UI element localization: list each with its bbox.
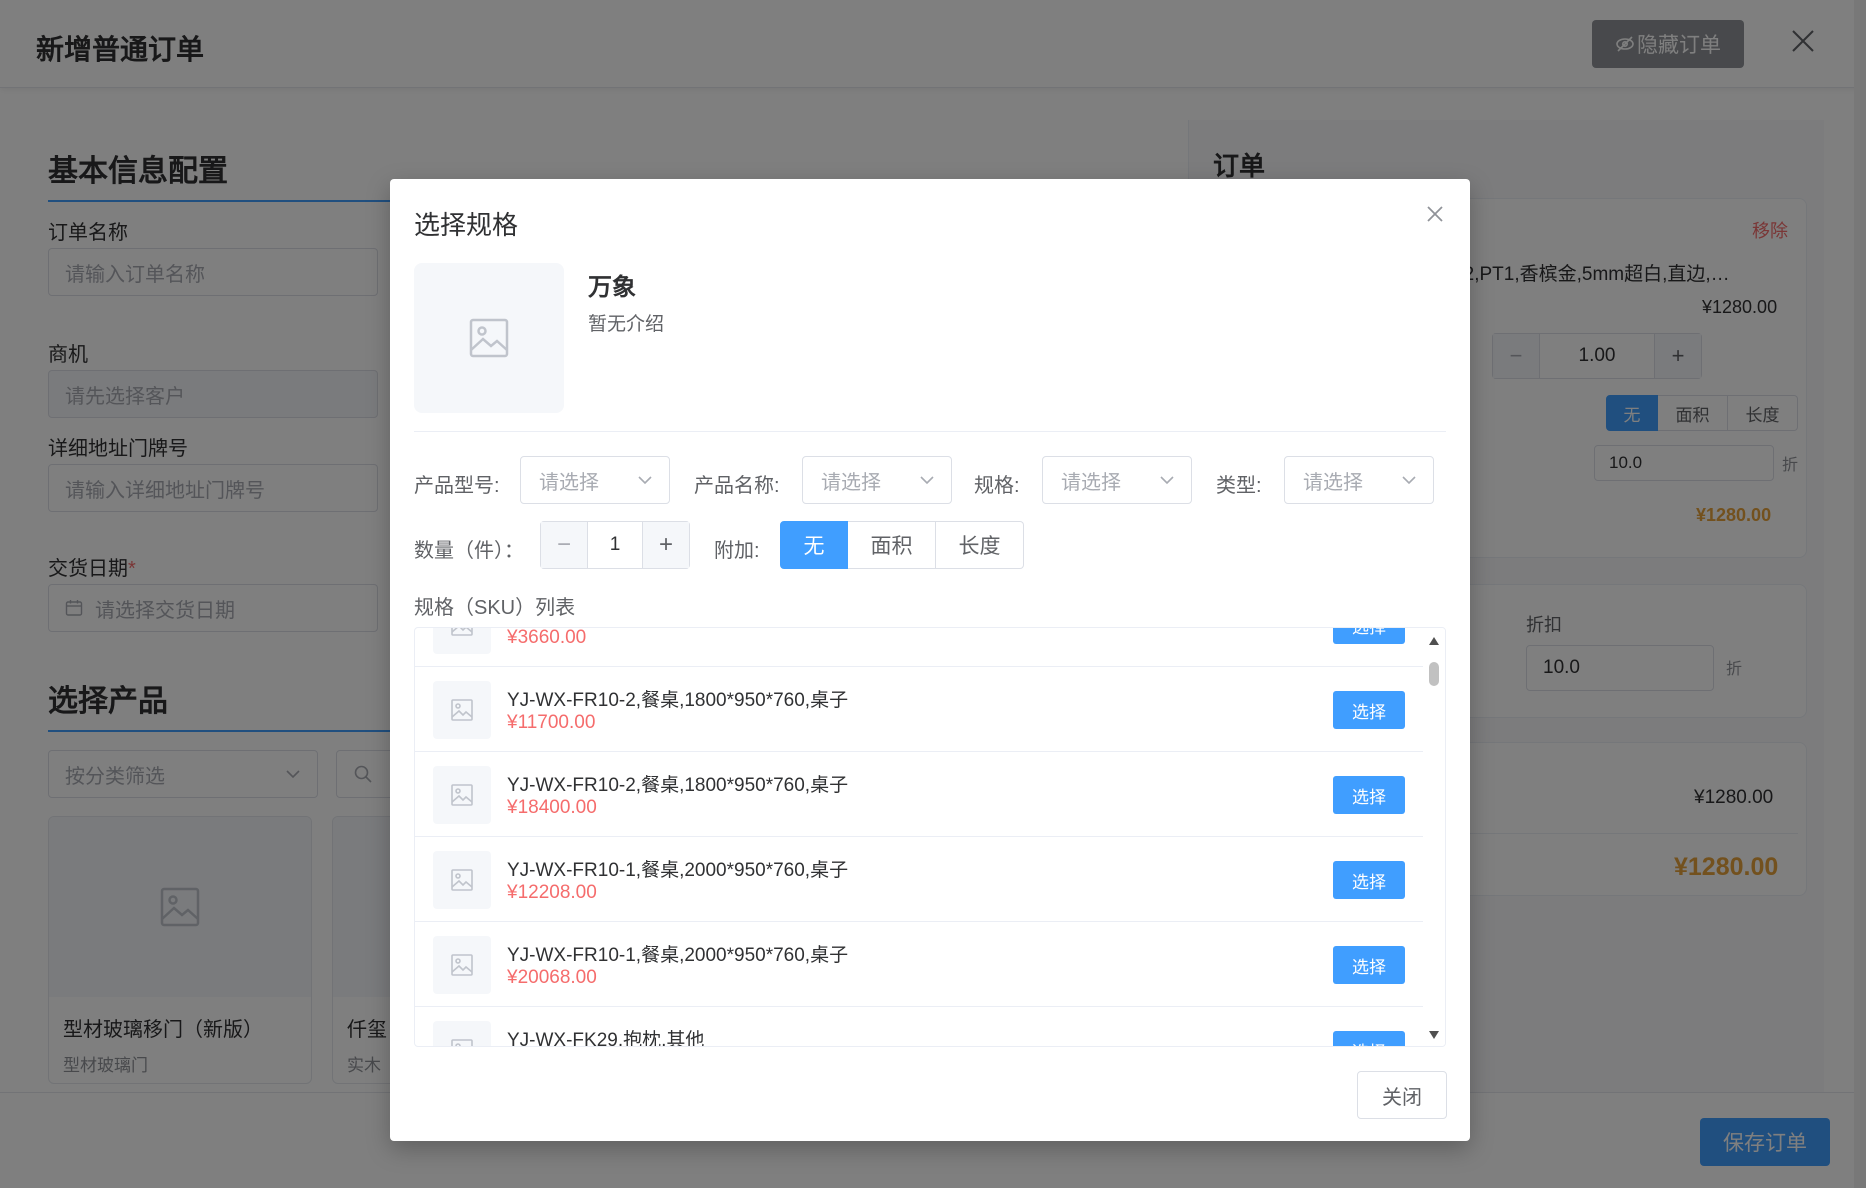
attach-option-length[interactable]: 长度 bbox=[936, 521, 1024, 569]
scroll-up-icon[interactable] bbox=[1428, 636, 1440, 646]
sku-select-button[interactable]: 选择 bbox=[1333, 1031, 1405, 1046]
type-filter-label: 类型: bbox=[1216, 475, 1262, 497]
close-dialog-button[interactable]: 关闭 bbox=[1357, 1071, 1447, 1119]
spec-filter-select[interactable]: 请选择 bbox=[1042, 456, 1192, 504]
scrollbar-thumb[interactable] bbox=[1429, 662, 1439, 686]
sku-name: YJ-WX-FR10-1,餐桌,2000*950*760,桌子 bbox=[507, 945, 849, 966]
sku-price: ¥18400.00 bbox=[507, 797, 597, 818]
name-filter-label: 产品名称: bbox=[694, 475, 780, 497]
chevron-down-icon bbox=[1160, 476, 1174, 485]
attach-option-area[interactable]: 面积 bbox=[848, 521, 936, 569]
image-placeholder-icon bbox=[469, 318, 509, 358]
name-filter-placeholder: 请选择 bbox=[821, 471, 881, 494]
attach-radio-group: 无 面积 长度 bbox=[780, 521, 1024, 569]
image-placeholder-icon bbox=[451, 1039, 473, 1046]
sku-thumbnail bbox=[433, 1021, 491, 1046]
attach-option-none[interactable]: 无 bbox=[780, 521, 848, 569]
dialog-divider bbox=[414, 431, 1446, 432]
quantity-minus-button[interactable]: − bbox=[541, 522, 587, 568]
product-description: 暂无介绍 bbox=[588, 314, 665, 335]
sku-name: YJ-WX-FR10-2,餐桌,1800*950*760,桌子 bbox=[507, 690, 849, 711]
sku-select-button[interactable]: 选择 bbox=[1333, 776, 1405, 814]
sku-select-button[interactable]: 选择 bbox=[1333, 628, 1405, 644]
sku-thumbnail bbox=[433, 766, 491, 824]
sku-select-button[interactable]: 选择 bbox=[1333, 691, 1405, 729]
sku-thumbnail bbox=[433, 628, 491, 654]
sku-name: YJ-WX-FK29,抱枕,其他 bbox=[507, 1030, 705, 1047]
sku-list-title: 规格（SKU）列表 bbox=[414, 597, 576, 619]
sku-thumbnail bbox=[433, 936, 491, 994]
sku-row: YJ-WX-FR10-2,餐桌,1800*950*760,桌子 ¥11700.0… bbox=[415, 667, 1423, 752]
sku-name: YJ-WX-FR10-2,餐桌,1800*950*760,桌子 bbox=[507, 775, 849, 796]
quantity-plus-button[interactable]: + bbox=[643, 522, 689, 568]
spec-filter-label: 规格: bbox=[974, 475, 1020, 497]
sku-name: YJ-WX-FR10-1,餐桌,2000*950*760,桌子 bbox=[507, 860, 849, 881]
chevron-down-icon bbox=[920, 476, 934, 485]
model-filter-label: 产品型号: bbox=[414, 475, 500, 497]
sku-list[interactable]: ¥3660.00 选择 YJ-WX-FR10-2,餐桌,1800*950*760… bbox=[414, 627, 1446, 1047]
type-filter-select[interactable]: 请选择 bbox=[1284, 456, 1434, 504]
sku-list-scrollbar[interactable] bbox=[1423, 628, 1445, 1046]
image-placeholder-icon bbox=[451, 869, 473, 891]
quantity-label: 数量（件）： bbox=[414, 540, 524, 562]
name-filter-select[interactable]: 请选择 bbox=[802, 456, 952, 504]
product-image bbox=[414, 263, 564, 413]
sku-price: ¥3660.00 bbox=[507, 627, 587, 648]
type-filter-placeholder: 请选择 bbox=[1303, 471, 1363, 494]
chevron-down-icon bbox=[638, 476, 652, 485]
sku-row: YJ-WX-FR10-1,餐桌,2000*950*760,桌子 ¥12208.0… bbox=[415, 837, 1423, 922]
model-filter-select[interactable]: 请选择 bbox=[520, 456, 670, 504]
image-placeholder-icon bbox=[451, 954, 473, 976]
product-name: 万象 bbox=[588, 274, 636, 301]
sku-price: ¥20068.00 bbox=[507, 967, 597, 988]
image-placeholder-icon bbox=[451, 699, 473, 721]
image-placeholder-icon bbox=[451, 628, 473, 636]
quantity-stepper[interactable]: − 1 + bbox=[540, 521, 690, 569]
sku-thumbnail bbox=[433, 851, 491, 909]
sku-price: ¥12208.00 bbox=[507, 882, 597, 903]
quantity-value[interactable]: 1 bbox=[587, 522, 643, 568]
dialog-title: 选择规格 bbox=[414, 210, 519, 240]
sku-select-button[interactable]: 选择 bbox=[1333, 861, 1405, 899]
sku-row: YJ-WX-FK29,抱枕,其他 选择 bbox=[415, 1007, 1423, 1047]
image-placeholder-icon bbox=[451, 784, 473, 806]
select-spec-dialog: 选择规格 万象 暂无介绍 产品型号: 请选择 产品名称: 请选择 规格: 请选择… bbox=[390, 179, 1470, 1141]
scroll-down-icon[interactable] bbox=[1428, 1030, 1440, 1040]
sku-thumbnail bbox=[433, 681, 491, 739]
sku-select-button[interactable]: 选择 bbox=[1333, 946, 1405, 984]
sku-row: ¥3660.00 选择 bbox=[415, 627, 1423, 667]
spec-filter-placeholder: 请选择 bbox=[1061, 471, 1121, 494]
sku-row: YJ-WX-FR10-2,餐桌,1800*950*760,桌子 ¥18400.0… bbox=[415, 752, 1423, 837]
sku-list-content: ¥3660.00 选择 YJ-WX-FR10-2,餐桌,1800*950*760… bbox=[415, 627, 1423, 1047]
sku-row: YJ-WX-FR10-1,餐桌,2000*950*760,桌子 ¥20068.0… bbox=[415, 922, 1423, 1007]
model-filter-placeholder: 请选择 bbox=[539, 471, 599, 494]
close-icon[interactable] bbox=[1424, 203, 1446, 225]
attach-label: 附加: bbox=[714, 540, 760, 562]
chevron-down-icon bbox=[1402, 476, 1416, 485]
sku-price: ¥11700.00 bbox=[507, 712, 596, 733]
